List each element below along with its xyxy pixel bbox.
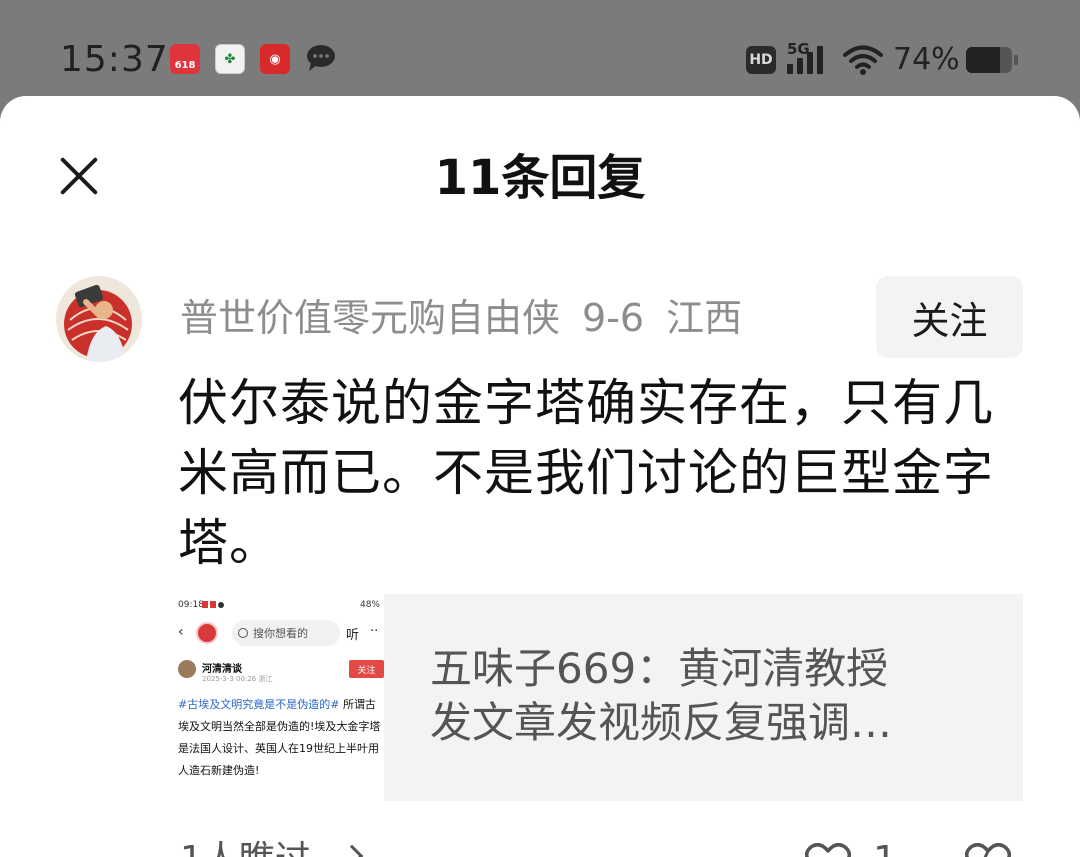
comment-actions: 1人瞧过 1 xyxy=(0,830,1080,857)
thumb-back-icon: ‹ xyxy=(178,624,184,640)
thumb-body-text: #古埃及文明究竟是不是伪造的# 所谓古埃及文明当然全部是伪造的!埃及大金字塔是法… xyxy=(178,694,384,782)
shopping-app-icon: 618 xyxy=(170,44,200,74)
shared-post-card[interactable]: 09:18 48% ‹ 搜你想看的 听 ·· 河清清谈 2025-3-3 00:… xyxy=(178,594,1023,801)
thumb-battery: 48% xyxy=(359,600,380,610)
shared-post-text: 五味子669：黄河清教授 发文章发视频反复强调… xyxy=(430,642,990,750)
post-app-icon: ✤ xyxy=(215,44,245,74)
battery-icon xyxy=(966,47,1018,73)
sheet-title: 11条回复 xyxy=(434,150,646,206)
heart-icon[interactable] xyxy=(805,842,851,857)
cellular-signal-icon: 5G xyxy=(787,40,833,76)
shared-post-line-1: 五味子669：黄河清教授 xyxy=(430,644,889,693)
chevron-right-icon xyxy=(340,844,364,857)
hd-badge: HD xyxy=(746,46,776,74)
comment-username[interactable]: 普世价值零元购自由侠 xyxy=(180,296,560,340)
thumb-avatar xyxy=(178,660,196,678)
shared-post-line-2: 发文章发视频反复强调… xyxy=(430,698,893,747)
thumb-body-start: 所 xyxy=(342,698,354,711)
thumb-hashtag: #古埃及文明究竟是不是伪造的# xyxy=(178,698,340,711)
shared-post-thumbnail: 09:18 48% ‹ 搜你想看的 听 ·· 河清清谈 2025-3-3 00:… xyxy=(178,594,384,801)
thumb-app-icons xyxy=(202,601,224,608)
battery-percent: 74% xyxy=(893,42,960,77)
avatar-image xyxy=(56,276,142,362)
dislike-icon[interactable] xyxy=(965,842,1011,857)
battery-level-fill xyxy=(966,47,1000,73)
status-bar: 15:37 618 ✤ ◉ HD 5G 74% xyxy=(0,0,1080,96)
wifi-icon xyxy=(843,45,883,75)
comment-location: 江西 xyxy=(666,296,743,340)
status-time: 15:37 xyxy=(60,39,169,80)
viewed-count-link[interactable]: 1人瞧过 xyxy=(180,838,311,857)
follow-button[interactable]: 关注 xyxy=(876,276,1023,358)
comment-date: 9-6 xyxy=(582,296,645,340)
thumb-date: 2025-3-3 00:26 浙江 xyxy=(202,675,273,683)
thumb-time: 09:18 xyxy=(178,600,204,610)
thumb-author: 河清清谈 xyxy=(202,664,242,675)
bank-app-icon: ◉ xyxy=(260,44,290,74)
thumb-app-logo-icon xyxy=(196,622,218,644)
thumb-listen-label: 听 xyxy=(346,628,360,643)
chat-bubble-icon xyxy=(307,45,335,71)
thumb-more-icon: ·· xyxy=(370,624,379,639)
comment-meta: 普世价值零元购自由侠 9-6 江西 xyxy=(180,292,764,344)
reply-sheet: 11条回复 普世价值零元购自由侠 9-6 江西 关注 伏尔泰说的金字塔确实存在，只有… xyxy=(0,96,1080,857)
comment-text: 伏尔泰说的金字塔确实存在，只有几米高而已。不是我们讨论的巨型金字塔。 xyxy=(178,374,994,572)
thumb-follow-button: 关注 xyxy=(349,660,384,678)
avatar[interactable] xyxy=(56,276,142,362)
like-count: 1 xyxy=(873,838,897,857)
thumb-search-bar: 搜你想看的 xyxy=(232,620,340,646)
app-badge-618: 618 xyxy=(174,59,196,71)
